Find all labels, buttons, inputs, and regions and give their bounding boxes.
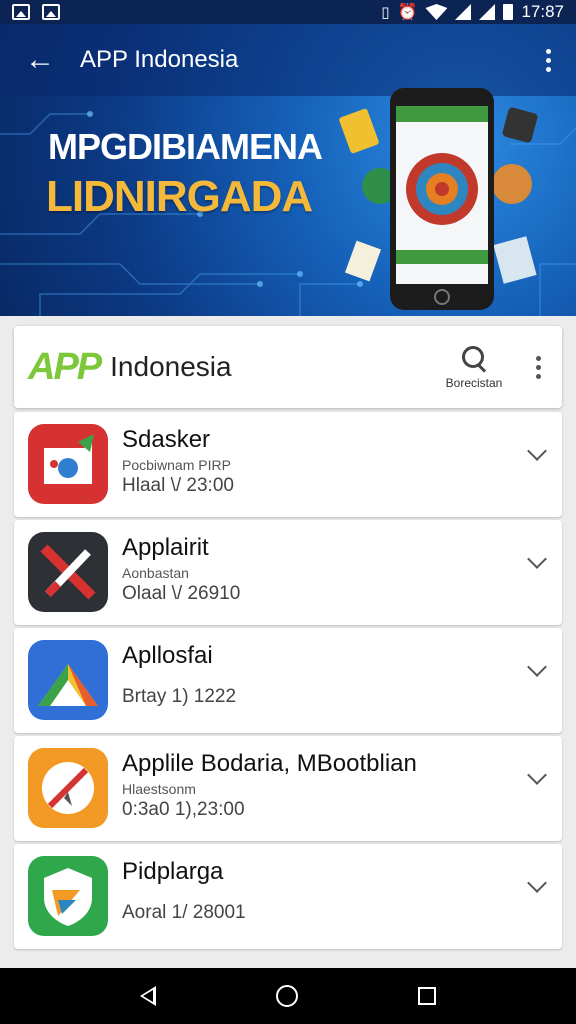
chevron-down-icon[interactable] — [527, 657, 547, 677]
dark-x-icon — [28, 532, 108, 612]
item-subtitle: Pocbiwnam PIRP — [122, 457, 231, 473]
hero-headline: MPGDIBIAMENA — [48, 126, 323, 167]
item-meta: Brtay 1) 1222 — [122, 686, 237, 707]
item-title: Applile Bodaria, MBootblian — [122, 750, 417, 777]
list-item[interactable]: Applairit Aonbastan Olaal \/ 26910 — [14, 520, 562, 625]
chevron-down-icon[interactable] — [527, 441, 547, 461]
header-menu-button[interactable] — [514, 326, 562, 408]
wifi-icon — [425, 4, 448, 20]
app-logo: APP — [28, 345, 102, 388]
list-item[interactable]: Sdasker Pocbiwnam PIRP Hlaal \/ 23:00 — [14, 412, 562, 517]
app-bar-title: APP Indonesia — [80, 46, 239, 73]
app-logo-name: Indonesia — [110, 351, 232, 382]
search-label: Borecistan — [445, 376, 503, 390]
blue-triangle-icon — [28, 640, 108, 720]
system-nav-bar — [0, 968, 576, 1024]
list-item[interactable]: Pidplarga Aoral 1/ 28001 — [14, 844, 562, 949]
red-chat-icon — [28, 424, 108, 504]
alarm-icon: ⏰ — [397, 4, 418, 21]
gallery-notification-icon — [42, 4, 60, 20]
status-bar: ▯ ⏰ 17:87 — [0, 0, 576, 24]
status-time: 17:87 — [521, 2, 564, 21]
item-title: Applairit — [122, 534, 209, 561]
app-header-card: APP Indonesia Borecistan — [14, 326, 562, 408]
item-meta: Hlaal \/ 23:00 — [122, 475, 234, 496]
app-list: Sdasker Pocbiwnam PIRP Hlaal \/ 23:00 Ap… — [14, 412, 562, 952]
list-item[interactable]: Apllosfai Brtay 1) 1222 — [14, 628, 562, 733]
back-button[interactable]: ← — [0, 24, 80, 96]
item-meta: Olaal \/ 26910 — [122, 583, 241, 604]
chevron-down-icon[interactable] — [527, 765, 547, 785]
phone-illustration — [339, 88, 538, 310]
item-subtitle: Hlaestsonm — [122, 781, 196, 797]
item-meta: Aoral 1/ 28001 — [122, 902, 246, 923]
nav-recents-icon[interactable] — [418, 987, 436, 1005]
image-notification-icon — [12, 4, 30, 20]
chevron-down-icon[interactable] — [527, 549, 547, 569]
green-shield-icon — [28, 856, 108, 936]
chevron-down-icon[interactable] — [527, 873, 547, 893]
hero-banner: ← APP Indonesia MPGDIBIAMENA LIDNIRGADA — [0, 24, 576, 316]
search-button[interactable]: Borecistan — [434, 344, 514, 390]
list-item[interactable]: Applile Bodaria, MBootblian Hlaestsonm 0… — [14, 736, 562, 841]
item-title: Apllosfai — [122, 642, 213, 669]
signal-icon — [455, 4, 472, 20]
signal-2-icon — [479, 4, 496, 20]
item-meta: 0:3a0 1),23:00 — [122, 799, 245, 820]
vibrate-icon: ▯ — [381, 4, 390, 21]
orange-compass-icon — [28, 748, 108, 828]
item-title: Sdasker — [122, 426, 211, 453]
arrow-left-icon: ← — [25, 43, 55, 76]
item-title: Pidplarga — [122, 858, 224, 885]
battery-icon — [503, 4, 514, 20]
search-icon — [459, 344, 489, 374]
nav-home-icon[interactable] — [276, 985, 298, 1007]
item-subtitle: Aonbastan — [122, 565, 189, 581]
hero-subheadline: LIDNIRGADA — [46, 172, 313, 221]
nav-back-icon[interactable] — [140, 986, 156, 1006]
